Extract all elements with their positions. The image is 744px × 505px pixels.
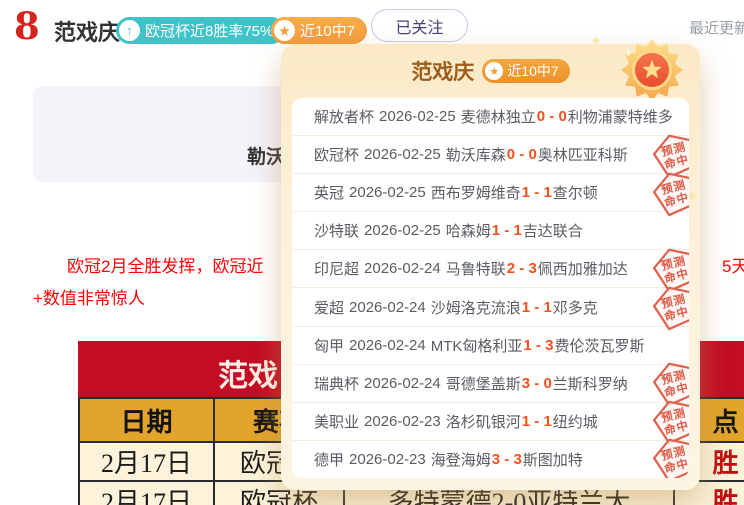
match-row[interactable]: 解放者杯 2026-02-25 麦德林独立 0 - 0 利物浦蒙特维多 预测命中 [292,98,689,136]
match-league: 解放者杯 [314,106,374,127]
match-date: 2026-02-25 [364,222,441,239]
up-arrow-icon: ↑ [119,20,140,41]
match-score: 2 - 3 [507,260,537,277]
match-row[interactable]: 英冠 2026-02-25 西布罗姆维奇 1 - 1 查尔顿 预测命中 [292,174,689,212]
match-league: 沙特联 [314,220,359,241]
match-score: 1 - 1 [522,413,552,430]
match-home-team: 洛杉矶银河 [446,411,521,432]
match-away-team: 兰斯科罗纳 [553,373,628,394]
match-date: 2026-02-23 [364,413,441,430]
match-date: 2026-02-25 [349,184,426,201]
match-date: 2026-02-24 [349,337,426,354]
page: 8 范戏庆 ↑ 欧冠杯近8胜率75% ★ 近10中7 已关注 最近更新: 勒沃 … [0,0,744,505]
match-date: 2026-02-24 [349,299,426,316]
match-home-team: 海登海姆 [431,449,491,470]
match-list: 解放者杯 2026-02-25 麦德林独立 0 - 0 利物浦蒙特维多 预测命中… [292,98,689,478]
match-away-team: 吉达联合 [523,220,583,241]
match-row[interactable]: 欧冠杯 2026-02-25 勒沃库森 0 - 0 奥林匹亚科斯 预测命中 [292,136,689,174]
match-home-team: 马鲁特联 [446,258,506,279]
match-league: 印尼超 [314,258,359,279]
match-score: 1 - 3 [523,337,553,354]
star-icon: ★ [485,62,503,80]
match-away-team: 佩西加雅加达 [538,258,628,279]
match-date: 2026-02-24 [364,375,441,392]
match-score: 3 - 0 [522,375,552,392]
match-home-team: 沙姆洛克流浪 [431,297,521,318]
match-away-team: 纽约城 [553,411,598,432]
star-icon: ★ [274,20,295,41]
match-home-team: 勒沃库森 [446,144,506,165]
match-row[interactable]: 沙特联 2026-02-25 哈森姆 1 - 1 吉达联合 预测命中 [292,212,689,250]
last-update-label: 最近更新: [689,17,744,38]
popup-record-label: 近10中7 [507,61,558,81]
win-rate-badge: ↑ 欧冠杯近8胜率75% [116,17,285,44]
match-league: 德甲 [314,449,344,470]
promo-text-line1-tail: 5天 [722,252,744,277]
match-away-team: 查尔顿 [553,182,598,203]
match-away-team: 费伦茨瓦罗斯 [554,335,644,356]
recent-record-label: 近10中7 [300,20,355,41]
match-home-team: 麦德林独立 [461,106,536,127]
expert-history-popup: 范戏庆 ★ 近10中7 ✦ ✦ [281,44,700,490]
match-home-team: 哥德堡盖斯 [446,373,521,394]
match-score: 3 - 3 [492,451,522,468]
match-score: 1 - 1 [522,299,552,316]
expert-name: 范戏庆 [54,15,120,47]
match-league: 爱超 [314,297,344,318]
promo-text-line2: +数值非常惊人 [33,284,145,309]
match-score: 1 - 1 [492,222,522,239]
sparkle-icon: ✦ [589,32,602,50]
match-date: 2026-02-23 [349,451,426,468]
match-away-team: 斯图加特 [523,449,583,470]
popup-record-badge: ★ 近10中7 [482,59,569,83]
match-row[interactable]: 德甲 2026-02-23 海登海姆 3 - 3 斯图加特 预测命中 [292,441,689,478]
match-row[interactable]: 匈甲 2026-02-24 MTK匈格利亚 1 - 3 费伦茨瓦罗斯 预测命中 [292,327,689,365]
match-away-team: 利物浦蒙特维多 [568,106,673,127]
match-home-team: MTK匈格利亚 [431,335,523,356]
cell-date: 2月17日 [78,482,215,505]
followed-button[interactable]: 已关注 [371,9,468,42]
popup-expert-name: 范戏庆 [411,56,474,86]
match-home-team: 西布罗姆维奇 [431,182,521,203]
recent-record-badge: ★ 近10中7 [271,17,367,44]
match-home-team: 哈森姆 [446,220,491,241]
match-row[interactable]: 印尼超 2026-02-24 马鲁特联 2 - 3 佩西加雅加达 预测命中 [292,250,689,288]
summary-text-fragment: 勒沃 [247,142,285,169]
match-score: 1 - 1 [522,184,552,201]
match-row[interactable]: 瑞典杯 2026-02-24 哥德堡盖斯 3 - 0 兰斯科罗纳 预测命中 [292,365,689,403]
match-league: 瑞典杯 [314,373,359,394]
match-score: 0 - 0 [537,108,567,125]
app-logo-icon: 8 [14,6,40,46]
match-league: 匈甲 [314,335,344,356]
table-title-fragment: 范戏 [218,351,278,395]
match-row[interactable]: 爱超 2026-02-24 沙姆洛克流浪 1 - 1 邓多克 预测命中 [292,288,689,326]
match-row[interactable]: 美职业 2026-02-23 洛杉矶银河 1 - 1 纽约城 预测命中 [292,403,689,441]
match-date: 2026-02-25 [379,108,456,125]
cell-date: 2月17日 [78,443,215,480]
match-away-team: 邓多克 [553,297,598,318]
match-league: 欧冠杯 [314,144,359,165]
match-date: 2026-02-25 [364,146,441,163]
col-header-date: 日期 [78,399,215,441]
match-league: 英冠 [314,182,344,203]
match-score: 0 - 0 [507,146,537,163]
match-date: 2026-02-24 [364,260,441,277]
win-rate-label: 欧冠杯近8胜率75% [145,20,273,41]
promo-text-line1: 欧冠2月全胜发挥，欧冠近 [67,252,263,277]
match-league: 美职业 [314,411,359,432]
match-away-team: 奥林匹亚科斯 [538,144,628,165]
